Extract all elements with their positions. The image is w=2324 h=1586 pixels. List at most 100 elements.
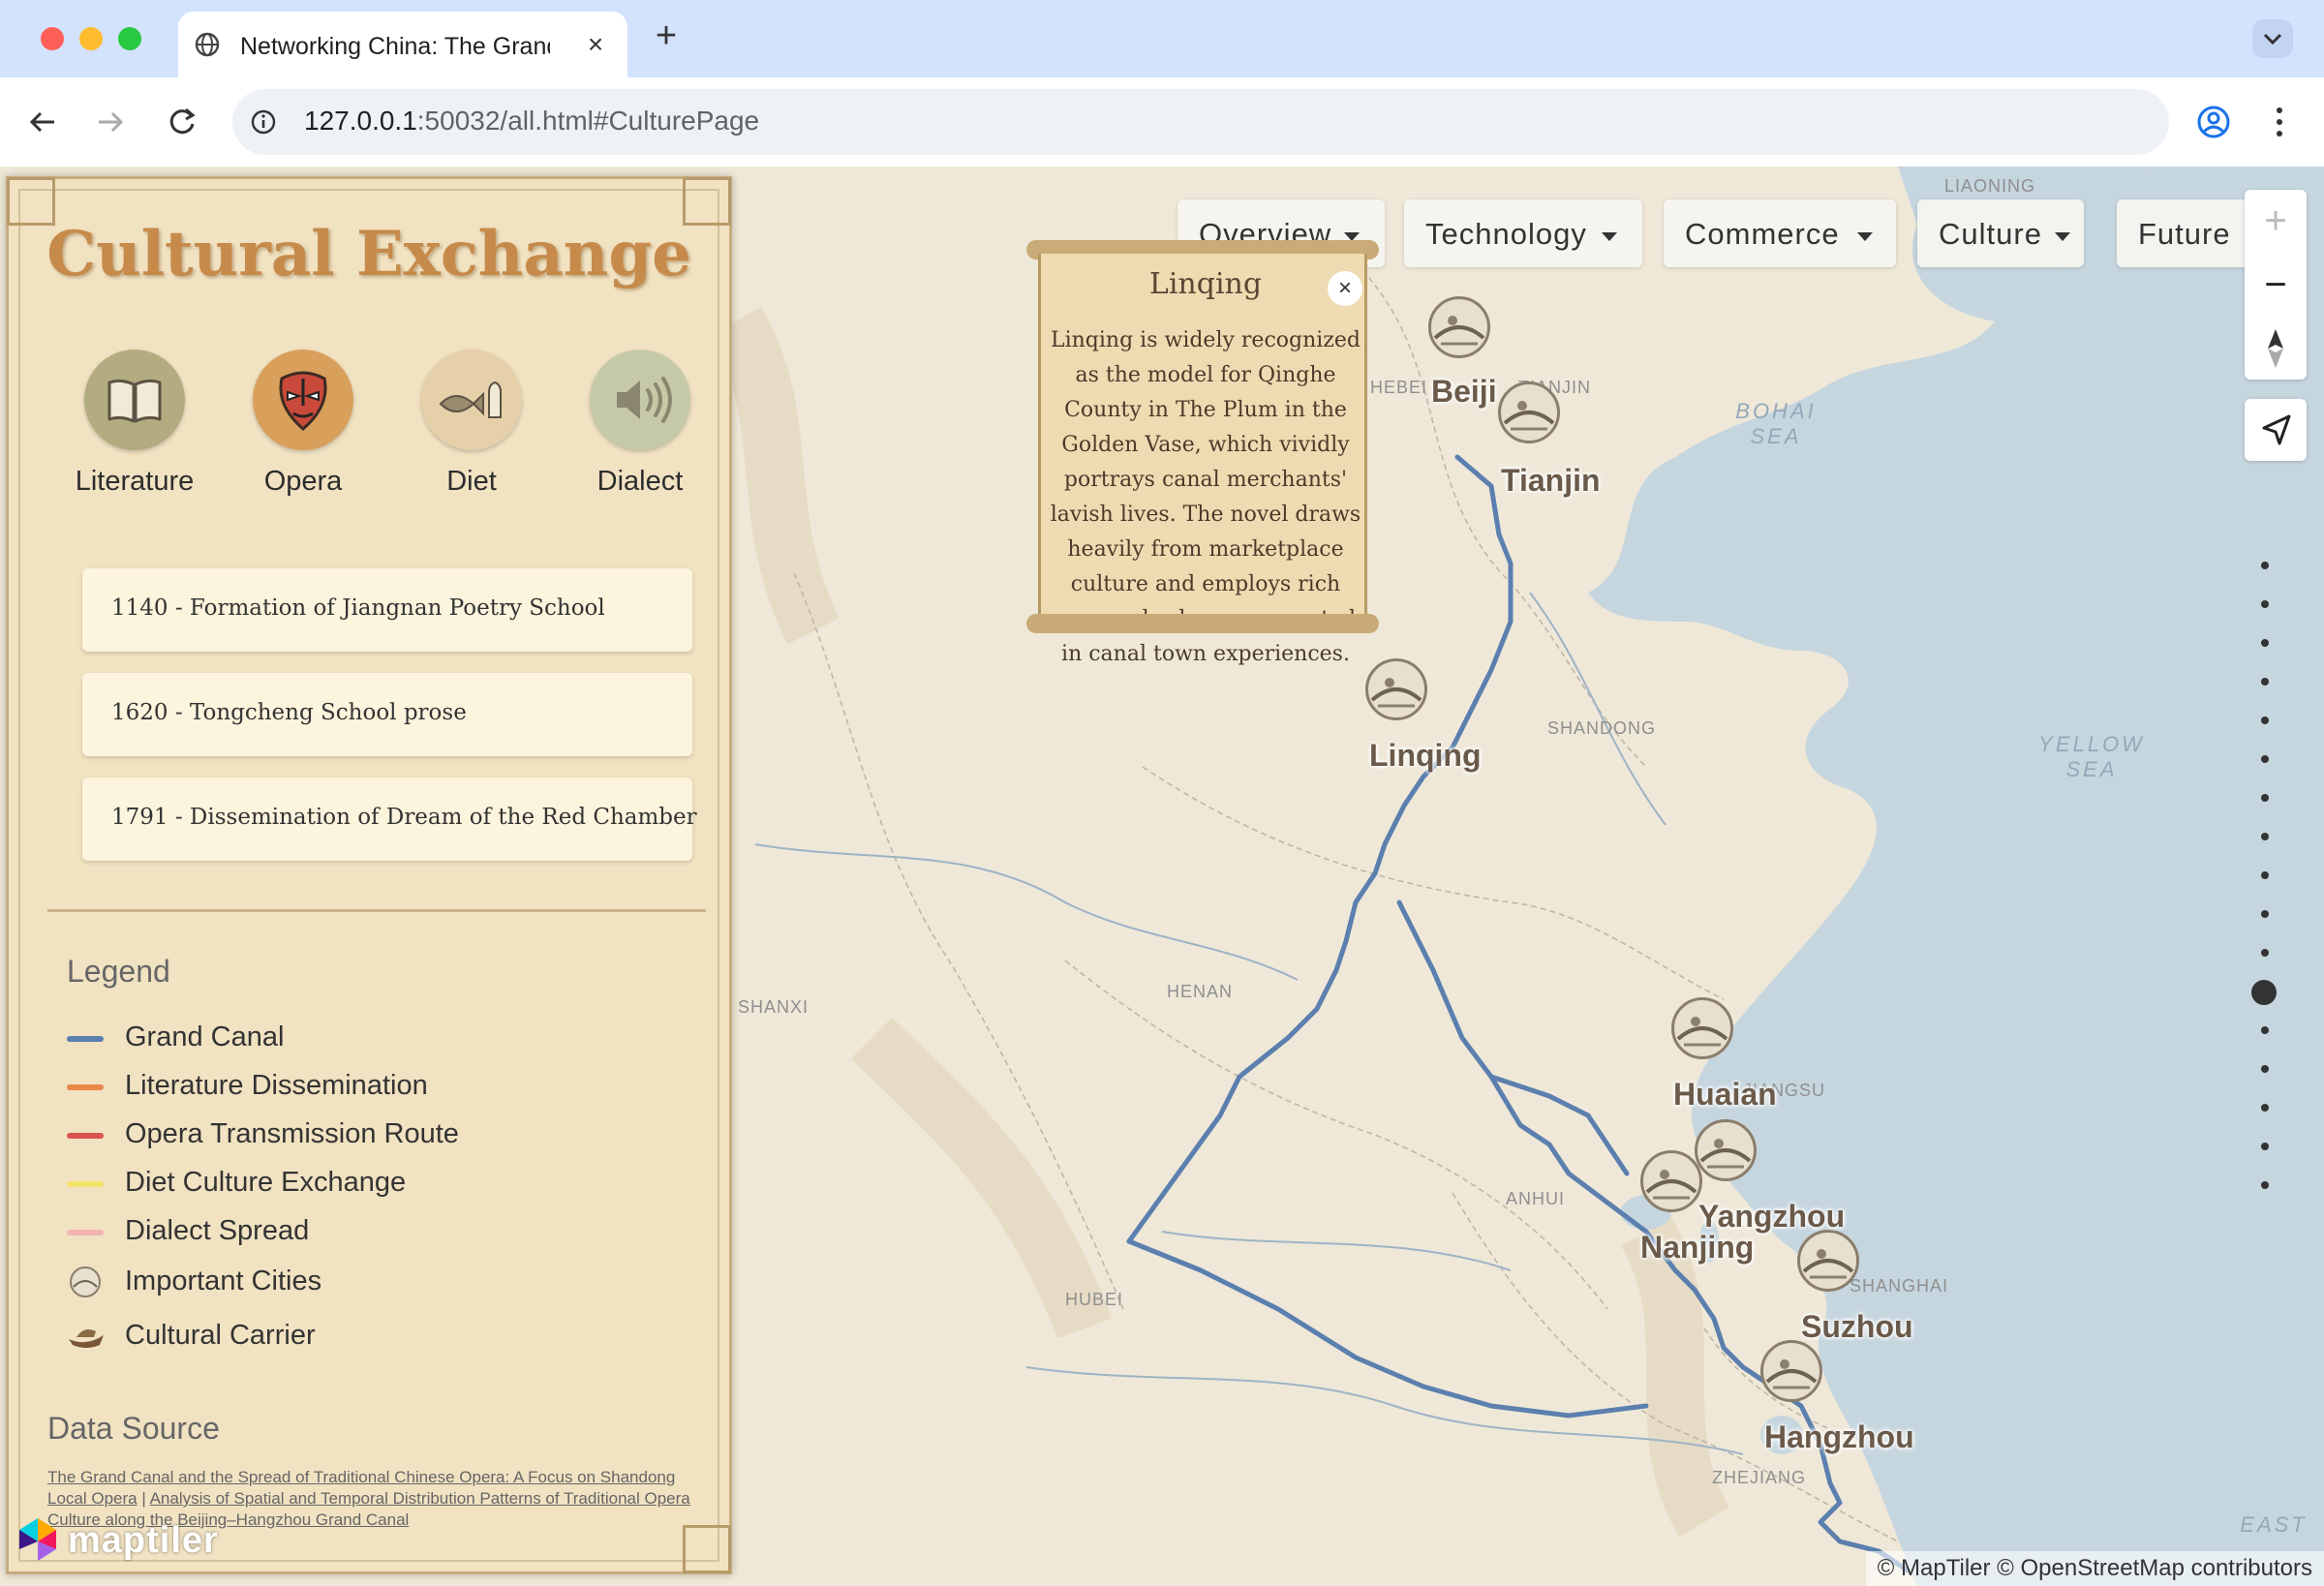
globe-icon [195, 32, 220, 57]
legend-swatch [67, 1133, 104, 1139]
back-arrow-icon[interactable] [21, 101, 64, 143]
boat-icon [69, 1329, 104, 1348]
timeline-event-text: 1791 - Dissemination of Dream of the Red… [111, 805, 697, 830]
tab-close-icon[interactable]: × [581, 29, 610, 60]
sea-label: YELLOW SEA [2038, 732, 2145, 781]
city-marker-huaian[interactable] [1671, 997, 1733, 1059]
section-dot[interactable] [2261, 755, 2269, 763]
zoom-out-button[interactable]: − [2245, 254, 2307, 316]
close-window-button[interactable] [41, 27, 64, 50]
city-marker-icon [1503, 401, 1555, 431]
compass-icon[interactable] [2245, 318, 2307, 380]
city-label-huaian: Huaian [1673, 1077, 1777, 1112]
timeline-event-card[interactable]: 1140 - Formation of Jiangnan Poetry Scho… [82, 568, 692, 652]
section-dot[interactable] [2261, 562, 2269, 569]
maptiler-logo[interactable]: maptiler [14, 1514, 218, 1567]
legend-label: Diet Culture Exchange [125, 1167, 407, 1198]
section-dot[interactable] [2261, 910, 2269, 918]
legend-label: Opera Transmission Route [125, 1118, 459, 1149]
culture-page: LIAONING HEBEI TIANJIN SHANDONG HENAN JI… [0, 167, 2324, 1586]
section-dot[interactable] [2261, 871, 2269, 879]
section-dot[interactable] [2261, 1065, 2269, 1073]
legend-swatch [67, 1084, 104, 1090]
province-label: HENAN [1167, 982, 1234, 1001]
zoom-in-button[interactable]: + [2245, 190, 2307, 252]
legend-label: Literature Dissemination [125, 1070, 428, 1101]
legend-label: Grand Canal [125, 1022, 285, 1052]
city-marker-icon [1645, 1170, 1697, 1200]
section-dot[interactable] [2261, 717, 2269, 724]
section-dot[interactable] [2261, 1104, 2269, 1112]
tab-search-button[interactable] [2252, 19, 2293, 58]
city-marker-icon [70, 1266, 101, 1297]
legend-title: Legend [67, 954, 170, 989]
timeline-event-text: 1620 - Tongcheng School prose [111, 700, 467, 725]
category-label: Opera [263, 466, 343, 497]
scroll-rod-bottom [1026, 614, 1379, 633]
sidebar-title: Cultural Exchange [46, 218, 691, 290]
forward-arrow-icon[interactable] [89, 101, 132, 143]
city-label-linqing: Linqing [1369, 738, 1482, 773]
section-dot[interactable] [2261, 794, 2269, 802]
timeline-event-card[interactable]: 1791 - Dissemination of Dream of the Red… [82, 778, 697, 861]
ornament-corner [683, 1525, 731, 1573]
address-bar[interactable]: 127.0.0.1:50032/all.html#CulturePage [232, 89, 2169, 155]
section-dot[interactable] [2261, 600, 2269, 608]
legend-label: Cultural Carrier [125, 1320, 316, 1351]
section-dot[interactable] [2261, 1143, 2269, 1150]
legend-label: Important Cities [125, 1266, 322, 1296]
section-dot[interactable] [2261, 949, 2269, 957]
nav-commerce-dropdown[interactable]: Commerce [1664, 199, 1896, 267]
reload-icon[interactable] [161, 101, 203, 143]
city-marker-tianjin[interactable] [1498, 381, 1560, 443]
city-marker-beijing[interactable] [1428, 296, 1490, 358]
category-diet[interactable]: Diet [394, 350, 549, 498]
caret-down-icon [1857, 232, 1873, 241]
legend-swatch [67, 1230, 104, 1235]
minimize-window-button[interactable] [79, 27, 103, 50]
province-label: ANHUI [1506, 1189, 1566, 1208]
city-marker-linqing[interactable] [1365, 658, 1427, 720]
data-source-title: Data Source [47, 1411, 220, 1446]
nav-technology-dropdown[interactable]: Technology [1404, 199, 1642, 267]
maptiler-logo-icon [19, 1518, 56, 1561]
geolocate-button[interactable] [2245, 399, 2307, 461]
maximize-window-button[interactable] [118, 27, 141, 50]
province-label: LIAONING [1944, 176, 2036, 196]
legend-swatch [67, 1181, 104, 1187]
nav-culture-dropdown[interactable]: Culture [1917, 199, 2084, 267]
section-dot[interactable] [2261, 678, 2269, 686]
city-marker-suzhou[interactable] [1797, 1230, 1859, 1292]
city-marker-hangzhou[interactable] [1760, 1340, 1822, 1402]
site-info-icon[interactable] [250, 108, 277, 136]
link-separator: | [141, 1489, 146, 1508]
profile-icon[interactable] [2192, 101, 2235, 143]
nav-commerce-label: Commerce [1685, 217, 1840, 251]
city-marker-nanjing[interactable] [1640, 1150, 1702, 1212]
new-tab-button[interactable]: + [649, 17, 684, 54]
more-menu-icon[interactable] [2262, 101, 2297, 143]
legend-swatch [67, 1036, 104, 1042]
category-literature[interactable]: Literature [57, 350, 212, 498]
section-dot[interactable] [2261, 1026, 2269, 1034]
section-dot[interactable] [2261, 1181, 2269, 1189]
timeline-event-text: 1140 - Formation of Jiangnan Poetry Scho… [111, 595, 605, 621]
section-dot[interactable] [2261, 639, 2269, 647]
map-attribution[interactable]: © MapTiler © OpenStreetMap contributors [1865, 1551, 2324, 1586]
timeline-event-card[interactable]: 1620 - Tongcheng School prose [82, 673, 692, 756]
city-label-beijing: Beiji [1431, 374, 1497, 409]
city-marker-yangzhou[interactable] [1695, 1119, 1757, 1181]
scroll-paper: Linqing × Linqing is widely recognized a… [1038, 254, 1367, 666]
navigation-arrow-icon [2262, 414, 2291, 445]
sea-label: EAST [2240, 1512, 2308, 1537]
section-dot[interactable] [2261, 833, 2269, 840]
popup-close-button[interactable]: × [1328, 271, 1362, 306]
caret-down-icon [1602, 232, 1617, 241]
caret-down-icon [2055, 232, 2070, 241]
category-dialect[interactable]: Dialect [563, 350, 718, 498]
browser-tab[interactable]: Networking China: The Grand Canal × [178, 12, 627, 77]
section-dot-active[interactable] [2251, 980, 2277, 1005]
category-opera[interactable]: Opera [226, 350, 381, 498]
city-label-nanjing: Nanjing [1640, 1230, 1755, 1265]
nav-culture-label: Culture [1939, 217, 2042, 251]
